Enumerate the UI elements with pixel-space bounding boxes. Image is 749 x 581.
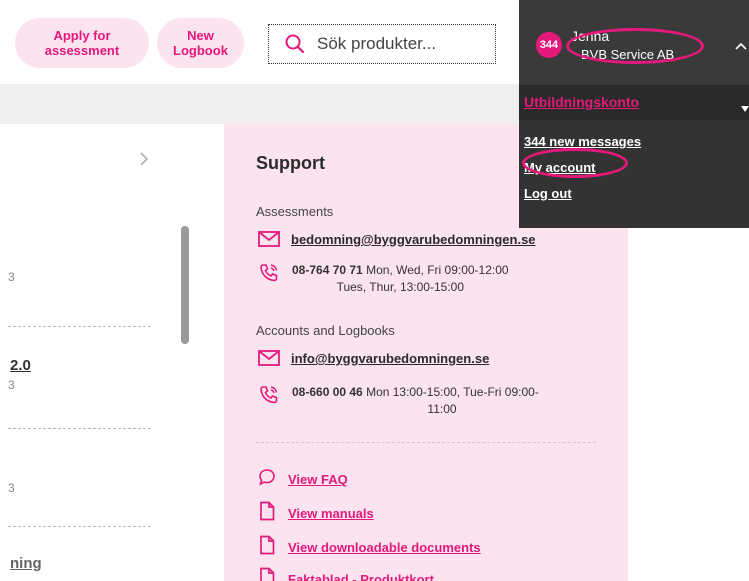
- assessments-label: Assessments: [256, 204, 334, 219]
- accounts-hours-2: 11:00: [427, 402, 457, 416]
- new-logbook-line1: New: [187, 28, 214, 43]
- chevron-down-icon[interactable]: [741, 99, 749, 117]
- document-icon: [258, 567, 276, 581]
- accounts-phone-number[interactable]: 08-660 00 46: [292, 385, 363, 399]
- left-content-column: 3 2.0 3 3 ning: [0, 124, 193, 581]
- phone-icon: [258, 262, 280, 289]
- view-faq-row[interactable]: View FAQ: [258, 468, 348, 491]
- assessments-hours-2: Tues, Thur, 13:00-15:00: [336, 280, 464, 294]
- company-name: BVB Service AB: [581, 47, 675, 62]
- apply-label-line1: Apply for: [53, 28, 111, 43]
- assessments-email-link[interactable]: bedomning@byggvarubedomningen.se: [291, 231, 536, 249]
- divider: [8, 428, 151, 429]
- account-dropdown: 344 Jenna BVB Service AB Utbildningskont…: [519, 0, 749, 228]
- view-manuals-link[interactable]: View manuals: [288, 506, 374, 521]
- support-title: Support: [256, 153, 325, 173]
- logout-link[interactable]: Log out: [524, 186, 572, 201]
- list-item-meta: 3: [8, 270, 15, 284]
- chevron-right-icon[interactable]: [139, 151, 149, 172]
- view-downloadable-documents-row[interactable]: View downloadable documents: [258, 535, 481, 560]
- divider: [8, 326, 151, 327]
- list-item-title[interactable]: ning: [10, 555, 42, 572]
- user-header[interactable]: 344 Jenna BVB Service AB: [519, 0, 749, 85]
- new-logbook-button[interactable]: New Logbook: [157, 18, 244, 68]
- view-downloadable-documents-link[interactable]: View downloadable documents: [288, 540, 481, 555]
- accounts-logbooks-label: Accounts and Logbooks: [256, 323, 395, 338]
- accounts-email-link[interactable]: info@byggvarubedomningen.se: [291, 350, 489, 368]
- chevron-up-icon[interactable]: [735, 37, 747, 55]
- chat-bubble-icon: [258, 468, 276, 491]
- list-item-meta: 3: [8, 378, 15, 392]
- document-icon: [258, 535, 276, 560]
- divider: [256, 442, 596, 443]
- view-faq-link[interactable]: View FAQ: [288, 472, 348, 487]
- assessments-email-row: bedomning@byggvarubedomningen.se: [258, 231, 536, 252]
- user-name: Jenna: [571, 28, 610, 44]
- assessments-phone-row: 08-764 70 71 Mon, Wed, Fri 09:00-12:00 T…: [258, 262, 509, 296]
- new-messages-link[interactable]: 344 new messages: [524, 134, 641, 149]
- assessments-hours-1: Mon, Wed, Fri 09:00-12:00: [362, 263, 509, 277]
- apply-for-assessment-button[interactable]: Apply for assessment: [15, 18, 149, 68]
- document-icon: [258, 501, 276, 526]
- list-item-meta: 3: [8, 481, 15, 495]
- accounts-hours-1: Mon 13:00-15:00, Tue-Fri 09:00-: [362, 385, 539, 399]
- accounts-phone-row: 08-660 00 46 Mon 13:00-15:00, Tue-Fri 09…: [258, 384, 592, 418]
- faktablad-row[interactable]: Faktablad - Produktkort: [258, 567, 434, 581]
- accounts-email-row: info@byggvarubedomningen.se: [258, 350, 489, 371]
- search-icon: [285, 34, 305, 54]
- faktablad-link[interactable]: Faktablad - Produktkort: [288, 572, 434, 581]
- divider: [8, 526, 151, 527]
- phone-icon: [258, 384, 280, 411]
- search-placeholder: Sök produkter...: [317, 34, 437, 53]
- apply-label-line2: assessment: [44, 43, 120, 58]
- assessments-phone-number[interactable]: 08-764 70 71: [292, 263, 363, 277]
- new-logbook-line2: Logbook: [173, 43, 228, 58]
- mail-icon: [258, 350, 280, 371]
- account-selector[interactable]: Utbildningskonto: [519, 85, 749, 120]
- my-account-link[interactable]: My account: [524, 160, 596, 175]
- search-input[interactable]: Sök produkter...: [268, 24, 496, 64]
- scrollbar-thumb[interactable]: [181, 226, 189, 344]
- message-count-badge: 344: [536, 32, 562, 58]
- view-manuals-row[interactable]: View manuals: [258, 501, 374, 526]
- mail-icon: [258, 231, 280, 252]
- account-name[interactable]: Utbildningskonto: [524, 94, 639, 110]
- list-item-title[interactable]: 2.0: [10, 357, 31, 374]
